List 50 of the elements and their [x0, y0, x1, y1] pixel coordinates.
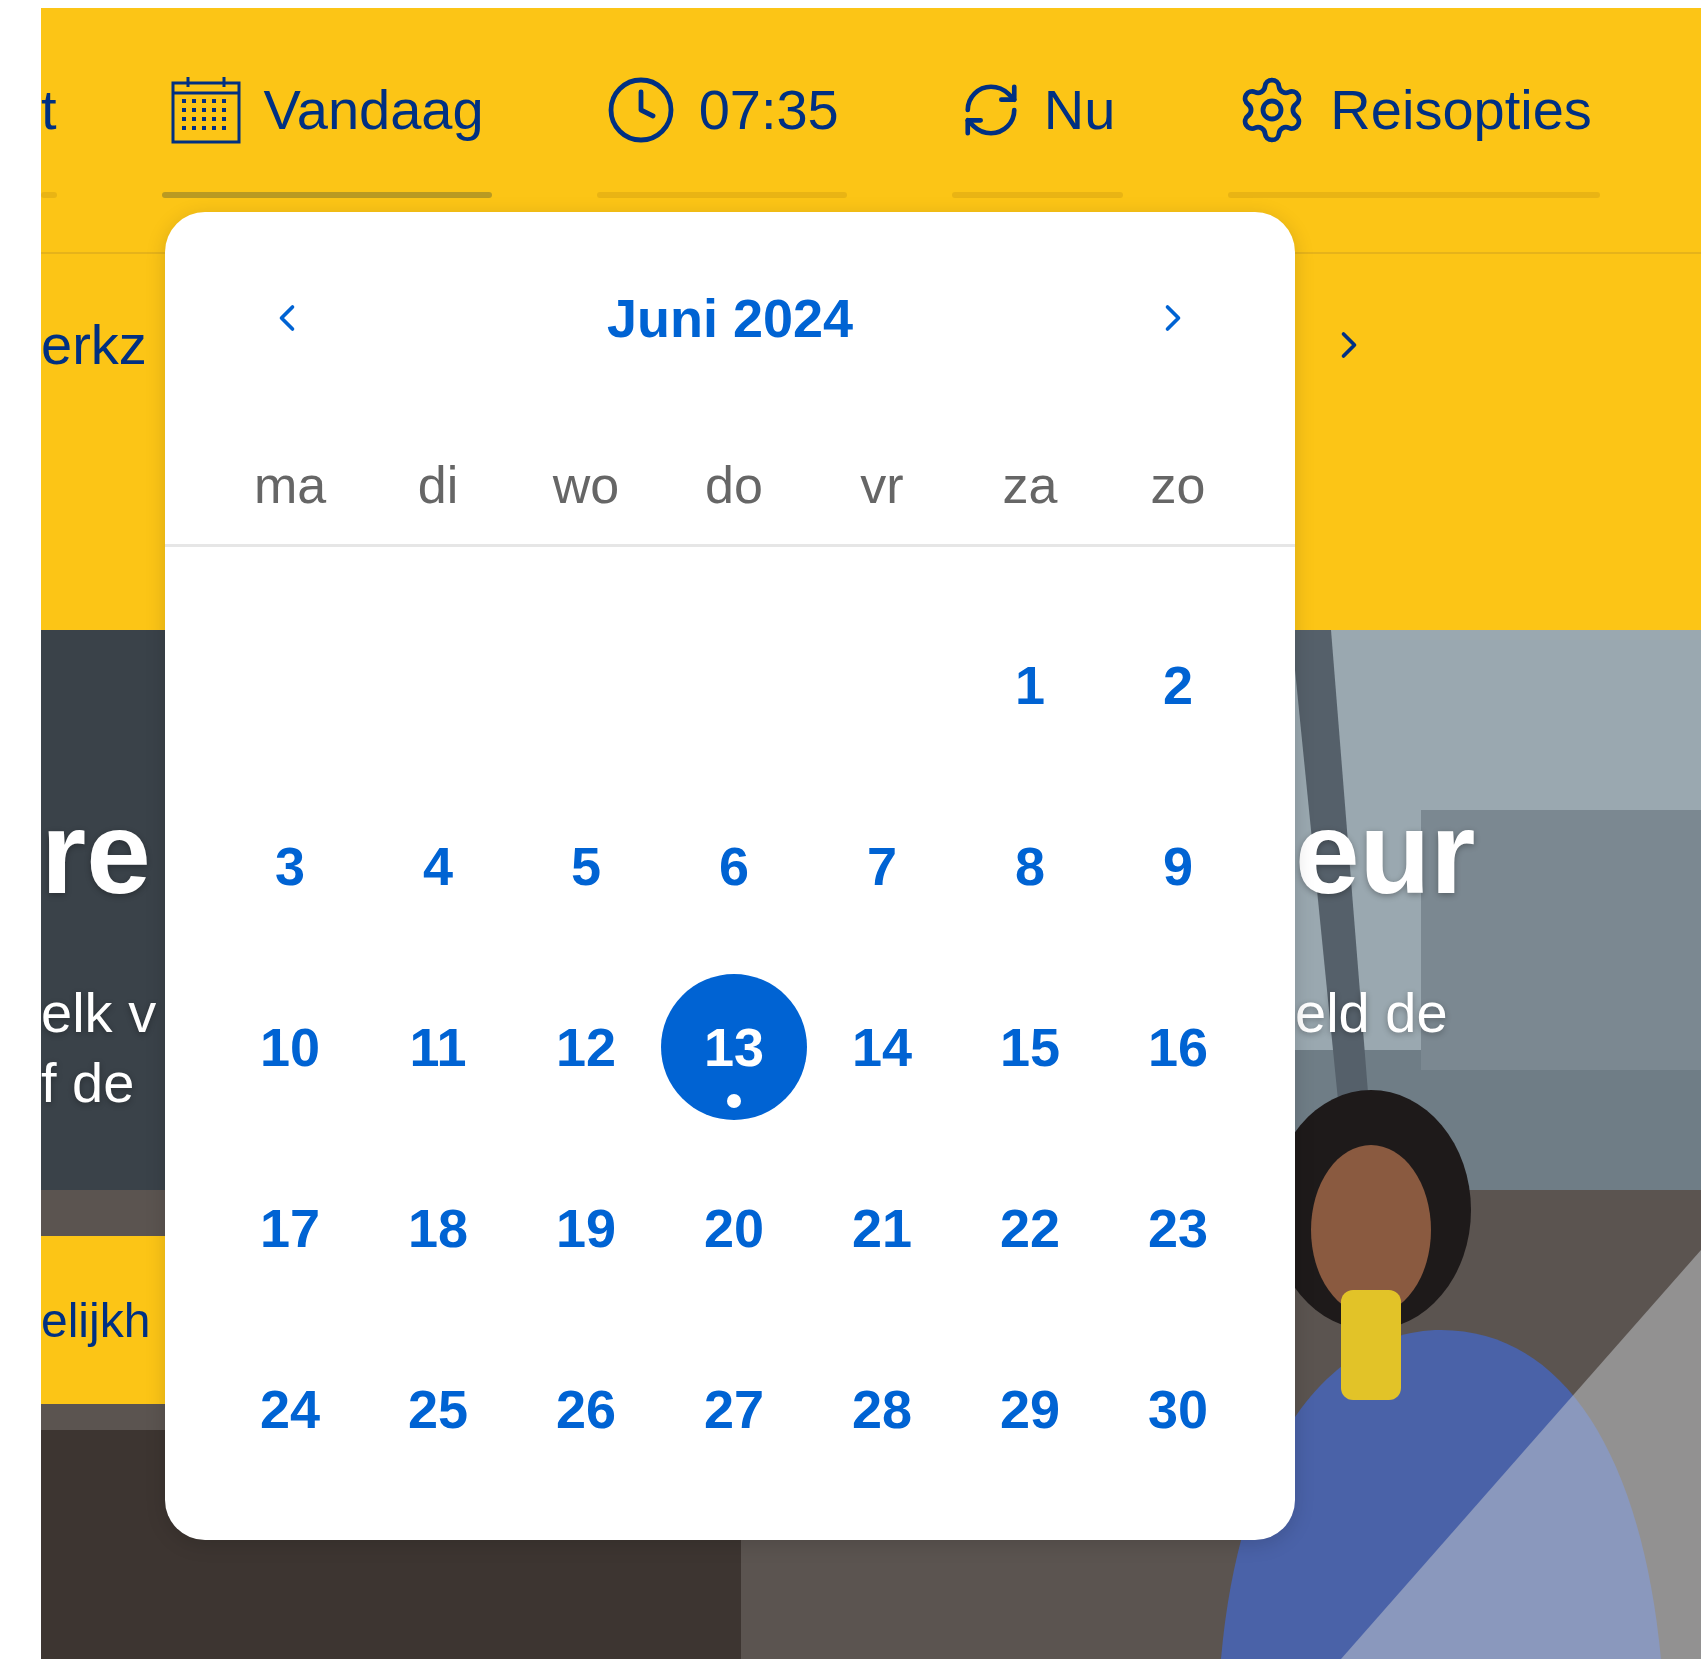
header-tab[interactable]: Reisopties [1228, 8, 1600, 198]
day-button[interactable]: 29 [957, 1335, 1103, 1482]
banner-text: elijkh [41, 1292, 151, 1348]
day-button[interactable]: 4 [365, 792, 511, 939]
station-text: erkz [41, 312, 147, 378]
day-button[interactable]: 17 [217, 1154, 363, 1301]
day-button[interactable]: 12 [513, 973, 659, 1120]
day-button[interactable]: 10 [217, 973, 363, 1120]
day-button[interactable]: 16 [1105, 973, 1251, 1120]
day-button[interactable]: 11 [365, 973, 511, 1120]
day-button[interactable]: 14 [809, 973, 955, 1120]
day-button[interactable]: 19 [513, 1154, 659, 1301]
day-button[interactable]: 15 [957, 973, 1103, 1120]
weekday-label: do [705, 455, 763, 516]
calendar-icon [169, 75, 242, 145]
day-button[interactable]: 24 [217, 1335, 363, 1482]
header-tab[interactable]: t [41, 8, 57, 198]
day-button[interactable]: 21 [809, 1154, 955, 1301]
weekday-label: di [417, 455, 459, 516]
header-tab[interactable]: Nu [951, 8, 1124, 198]
day-button[interactable]: 30 [1105, 1335, 1251, 1482]
day-button[interactable]: 23 [1105, 1154, 1251, 1301]
day-button[interactable]: 28 [809, 1335, 955, 1482]
weekday-label: zo [1150, 455, 1206, 516]
header-tab[interactable]: 07:35 [596, 8, 847, 198]
day-button[interactable]: 13 [661, 973, 807, 1120]
day-button[interactable]: 22 [957, 1154, 1103, 1301]
day-button[interactable]: 20 [661, 1154, 807, 1301]
hero-title: re [41, 788, 152, 918]
day-button[interactable]: 9 [1105, 792, 1251, 939]
day-button[interactable]: 5 [513, 792, 659, 939]
day-button[interactable]: 8 [957, 792, 1103, 939]
hero-text: f de [41, 1050, 136, 1116]
weekday-label: vr [860, 455, 904, 516]
weekday-label: za [1002, 455, 1058, 516]
day-button[interactable]: 7 [809, 792, 955, 939]
day-button[interactable]: 1 [957, 611, 1103, 758]
header-tab[interactable]: Vandaag [161, 8, 492, 198]
weekday-label: wo [552, 455, 620, 516]
day-button[interactable]: 2 [1105, 611, 1251, 758]
day-button[interactable]: 18 [365, 1154, 511, 1301]
day-button[interactable]: 3 [217, 792, 363, 939]
hero-text: elk v [41, 980, 158, 1046]
weekday-label: ma [253, 455, 327, 516]
day-button[interactable]: 6 [661, 792, 807, 939]
hero-title: eur [1295, 788, 1477, 918]
day-button[interactable]: 25 [365, 1335, 511, 1482]
day-button[interactable]: 26 [513, 1335, 659, 1482]
day-button[interactable]: 27 [661, 1335, 807, 1482]
month-title: Juni 2024 [606, 287, 854, 349]
